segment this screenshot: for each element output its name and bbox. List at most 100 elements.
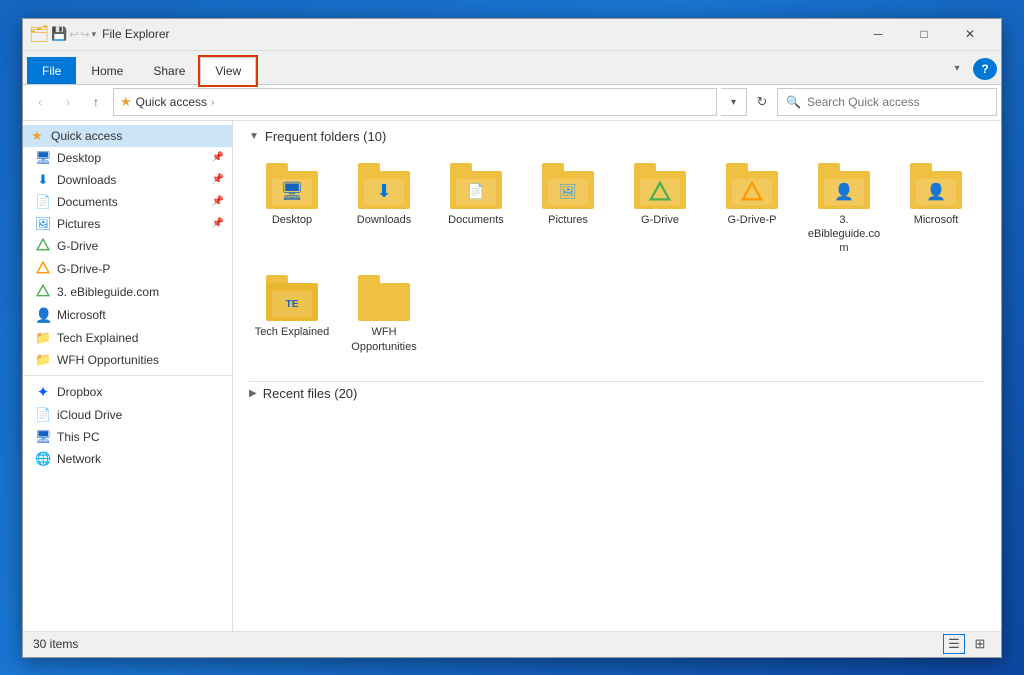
folder-gdrivep-icon	[726, 163, 778, 209]
sidebar-item-network[interactable]: 🌐 Network	[23, 448, 232, 470]
sidebar-item-this-pc[interactable]: 🖥 This PC	[23, 426, 232, 448]
help-button[interactable]: ?	[973, 58, 997, 80]
list-view-button[interactable]: ☰	[943, 634, 965, 654]
search-box: 🔍	[777, 88, 997, 116]
folder-desktop[interactable]: 🖥 Desktop	[249, 156, 335, 263]
frequent-folders-header[interactable]: ▼ Frequent folders (10)	[249, 129, 985, 144]
recent-files-header[interactable]: ▶ Recent files (20)	[249, 381, 985, 405]
address-path-text: Quick access	[136, 95, 207, 109]
qs-dropdown-icon[interactable]: ▾	[92, 29, 97, 40]
tab-home[interactable]: Home	[76, 57, 138, 84]
grid-view-button[interactable]: ⊞	[969, 634, 991, 654]
back-button[interactable]: ‹	[27, 89, 53, 115]
folder-ebibleguide-icon: 👤	[818, 163, 870, 209]
sidebar-microsoft-label: Microsoft	[57, 308, 106, 322]
folder-documents[interactable]: 📄 Documents	[433, 156, 519, 263]
close-button[interactable]: ✕	[947, 18, 993, 50]
address-dropdown-button[interactable]: ▾	[721, 88, 747, 116]
ribbon-expand-area: ▾ ?	[945, 58, 997, 84]
refresh-button[interactable]: ↻	[749, 89, 775, 115]
sidebar-divider-1	[23, 375, 232, 376]
folder-wfh-icon	[358, 275, 410, 321]
gdrivep-icon	[35, 261, 51, 278]
search-input[interactable]	[807, 95, 988, 109]
sidebar-item-documents[interactable]: 📄 Documents 📌	[23, 191, 232, 213]
address-path-chevron-icon: ›	[211, 97, 214, 108]
sidebar-item-desktop[interactable]: 🖥 Desktop 📌	[23, 147, 232, 169]
address-bar: ‹ › ↑ ★ Quick access › ▾ ↻ 🔍	[23, 85, 1001, 121]
sidebar-wfh-label: WFH Opportunities	[57, 353, 159, 367]
sidebar-quick-access-label: Quick access	[51, 129, 122, 143]
status-bar: 30 items ☰ ⊞	[23, 631, 1001, 657]
sidebar-item-gdrivep[interactable]: G-Drive-P	[23, 258, 232, 281]
tech-explained-icon: 📁	[35, 330, 51, 346]
network-icon: 🌐	[35, 451, 51, 467]
address-path[interactable]: ★ Quick access ›	[113, 88, 717, 116]
sidebar-item-icloud[interactable]: 📄 iCloud Drive	[23, 404, 232, 426]
up-button[interactable]: ↑	[83, 89, 109, 115]
content-area: ▼ Frequent folders (10) 🖥 Desktop	[233, 121, 1001, 631]
tab-share[interactable]: Share	[138, 57, 200, 84]
icloud-icon: 📄	[35, 407, 51, 423]
tab-file[interactable]: File	[27, 57, 76, 84]
folder-gdrivep[interactable]: G-Drive-P	[709, 156, 795, 263]
folder-downloads-label: Downloads	[357, 213, 411, 227]
folder-desktop-label: Desktop	[272, 213, 312, 227]
folder-documents-icon: 📄	[450, 163, 502, 209]
forward-button[interactable]: ›	[55, 89, 81, 115]
desktop-icon: 🖥	[35, 150, 51, 166]
documents-icon: 📄	[35, 194, 51, 210]
folder-pictures-icon: 🖼	[542, 163, 594, 209]
window-controls: ─ □ ✕	[855, 18, 993, 50]
sidebar-item-gdrive[interactable]: G-Drive	[23, 235, 232, 258]
folders-grid: 🖥 Desktop ⬇	[249, 156, 985, 361]
sidebar-item-microsoft[interactable]: 👤 Microsoft	[23, 304, 232, 327]
sidebar-this-pc-label: This PC	[57, 430, 100, 444]
sidebar-item-ebibleguide[interactable]: 3. eBibleguide.com	[23, 281, 232, 304]
sidebar-downloads-label: Downloads	[57, 173, 116, 187]
sidebar-item-wfh[interactable]: 📁 WFH Opportunities	[23, 349, 232, 371]
quick-save-area: 💾 ↩ ↪ ▾	[51, 26, 96, 42]
collapse-chevron-icon: ▼	[249, 131, 259, 142]
sidebar-gdrivep-label: G-Drive-P	[57, 262, 110, 276]
folder-tech-explained[interactable]: TE Tech Explained	[249, 268, 335, 361]
downloads-icon: ⬇	[35, 172, 51, 188]
sidebar-desktop-label: Desktop	[57, 151, 101, 165]
folder-pictures[interactable]: 🖼 Pictures	[525, 156, 611, 263]
undo-icon[interactable]: ↩	[69, 28, 78, 41]
sidebar-ebibleguide-label: 3. eBibleguide.com	[57, 285, 159, 299]
tab-view[interactable]: View	[200, 57, 256, 85]
folder-tech-explained-icon: TE	[266, 275, 318, 321]
maximize-button[interactable]: □	[901, 18, 947, 50]
folder-downloads-icon: ⬇	[358, 163, 410, 209]
pin-icon: 📌	[212, 196, 224, 207]
sidebar-item-pictures[interactable]: 🖼 Pictures 📌	[23, 213, 232, 235]
pictures-icon: 🖼	[35, 216, 51, 232]
minimize-button[interactable]: ─	[855, 18, 901, 50]
pin-icon: 📌	[212, 174, 224, 185]
folder-gdrive[interactable]: G-Drive	[617, 156, 703, 263]
folder-gdrive-icon	[634, 163, 686, 209]
recent-collapse-chevron-icon: ▶	[249, 388, 257, 399]
folder-wfh[interactable]: WFH Opportunities	[341, 268, 427, 361]
sidebar-gdrive-label: G-Drive	[57, 239, 98, 253]
sidebar-item-downloads[interactable]: ⬇ Downloads 📌	[23, 169, 232, 191]
app-icon: 🗂	[31, 26, 47, 42]
sidebar-documents-label: Documents	[57, 195, 118, 209]
folder-downloads[interactable]: ⬇ Downloads	[341, 156, 427, 263]
ribbon-collapse-button[interactable]: ▾	[945, 58, 969, 80]
title-bar: 🗂 💾 ↩ ↪ ▾ File Explorer ─ □ ✕	[23, 19, 1001, 51]
window-title: File Explorer	[102, 27, 855, 41]
gdrive-icon	[35, 238, 51, 255]
sidebar-quick-access[interactable]: ★ Quick access	[23, 125, 232, 147]
redo-icon[interactable]: ↪	[80, 28, 89, 41]
folder-ebibleguide-label: 3. eBibleguide.com	[806, 213, 882, 256]
sidebar-item-tech-explained[interactable]: 📁 Tech Explained	[23, 327, 232, 349]
quick-access-star-icon: ★	[29, 128, 45, 144]
folder-ebibleguide[interactable]: 👤 3. eBibleguide.com	[801, 156, 887, 263]
sidebar-item-dropbox[interactable]: ✦ Dropbox	[23, 380, 232, 404]
save-icon[interactable]: 💾	[51, 26, 67, 42]
folder-gdrivep-label: G-Drive-P	[728, 213, 777, 227]
folder-microsoft[interactable]: 👤 Microsoft	[893, 156, 979, 263]
sidebar-tech-explained-label: Tech Explained	[57, 331, 138, 345]
